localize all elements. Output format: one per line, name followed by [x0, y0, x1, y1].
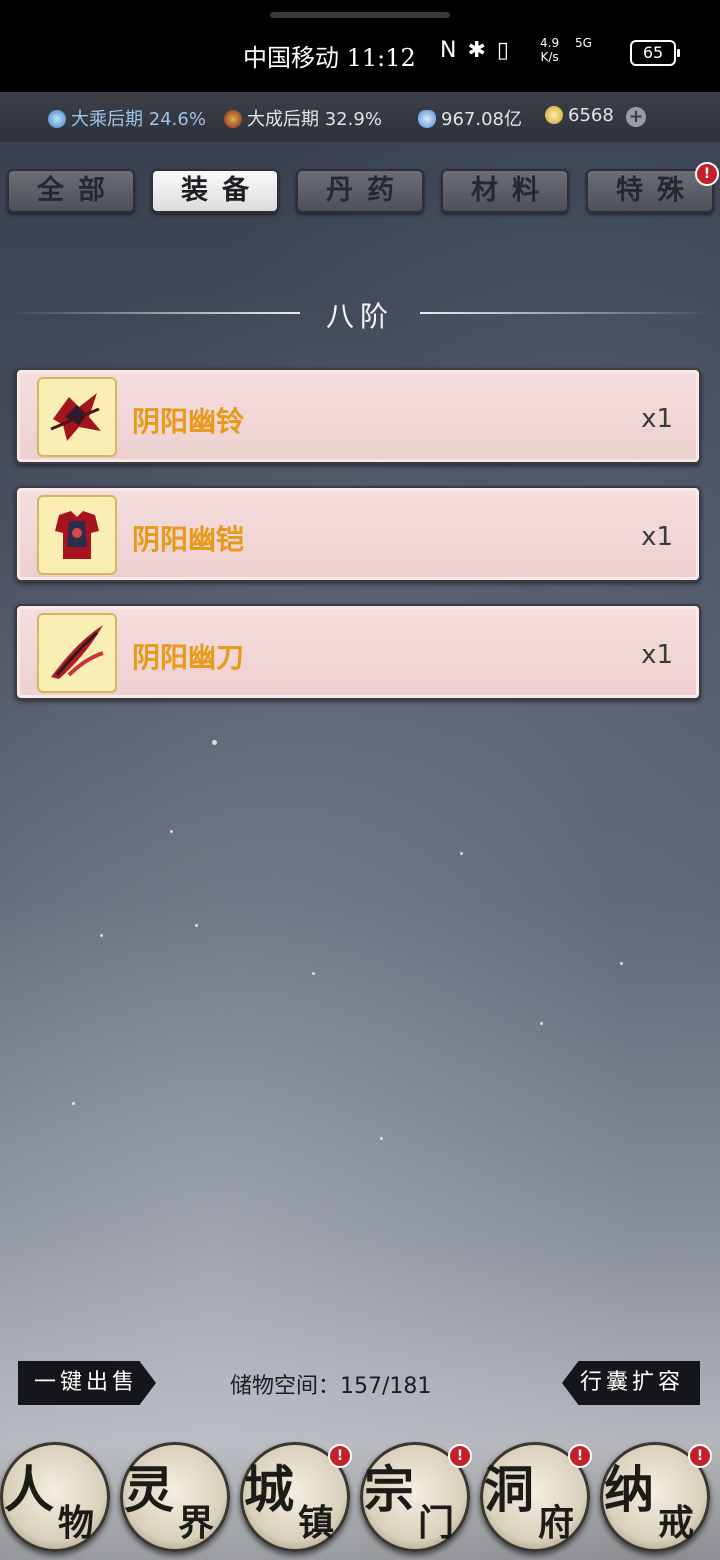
gold-count: 6568 — [545, 105, 614, 126]
expand-bag-button[interactable]: 行囊扩容 — [562, 1361, 700, 1405]
carrier-time: 中国移动 11:12 — [243, 44, 416, 72]
nav-storage-ring-badge: ! — [688, 1444, 712, 1468]
spirit-stone-icon — [418, 110, 436, 128]
section-divider: 八阶 — [10, 297, 710, 333]
item-name: 阴阳幽刀 — [132, 641, 245, 674]
signal-5g: 5G — [575, 36, 592, 50]
notch-handle — [270, 12, 450, 18]
nav-sect-badge: ! — [448, 1444, 472, 1468]
item-quantity: x1 — [641, 404, 673, 434]
body-realm-icon — [224, 110, 242, 128]
realm-progress-2: 大成后期 32.9% — [224, 105, 382, 131]
storage-capacity: 储物空间：157/181 — [230, 1374, 432, 1399]
item-name: 阴阳幽铃 — [132, 405, 245, 438]
status-icons: N ✱ ▯ — [440, 38, 511, 63]
add-currency-button[interactable]: + — [626, 107, 646, 127]
resource-bar: 大乘后期 24.6% 大成后期 32.9% 967.08亿 6568 + — [0, 92, 720, 142]
blade-icon — [37, 613, 117, 693]
nav-cave-badge: ! — [568, 1444, 592, 1468]
sell-all-button[interactable]: 一键出售 — [18, 1361, 156, 1405]
network-speed: 4.9 K/s — [540, 36, 560, 64]
bell-icon — [37, 377, 117, 457]
section-title: 八阶 — [325, 300, 394, 333]
tab-pills[interactable]: 丹药 — [296, 169, 424, 213]
nav-town-badge: ! — [328, 1444, 352, 1468]
spirit-stone-count: 967.08亿 — [418, 105, 522, 131]
tab-special-badge: ! — [695, 162, 719, 186]
status-bar: 中国移动 11:12 N ✱ ▯ 4.9 K/s 5G 65 — [0, 0, 720, 92]
item-quantity: x1 — [641, 522, 673, 552]
realm-progress-1: 大乘后期 24.6% — [48, 105, 206, 131]
item-name: 阴阳幽铠 — [132, 523, 245, 556]
tab-all[interactable]: 全部 — [7, 169, 135, 213]
game-screen: 大乘后期 24.6% 大成后期 32.9% 967.08亿 6568 + 全部 … — [0, 92, 720, 1560]
nav-character[interactable]: 人物 — [0, 1442, 110, 1552]
inventory-item[interactable]: 阴阳幽铠 x1 — [15, 486, 701, 582]
armor-icon — [37, 495, 117, 575]
cultivation-orb-icon — [48, 110, 66, 128]
tab-equipment[interactable]: 装备 — [151, 169, 279, 213]
inventory-item[interactable]: 阴阳幽刀 x1 — [15, 604, 701, 700]
gold-coin-icon — [545, 106, 563, 124]
battery-icon: 65 — [630, 40, 680, 66]
item-quantity: x1 — [641, 640, 673, 670]
tab-materials[interactable]: 材料 — [441, 169, 569, 213]
inventory-item[interactable]: 阴阳幽铃 x1 — [15, 368, 701, 464]
nav-spirit-realm[interactable]: 灵界 — [120, 1442, 230, 1552]
